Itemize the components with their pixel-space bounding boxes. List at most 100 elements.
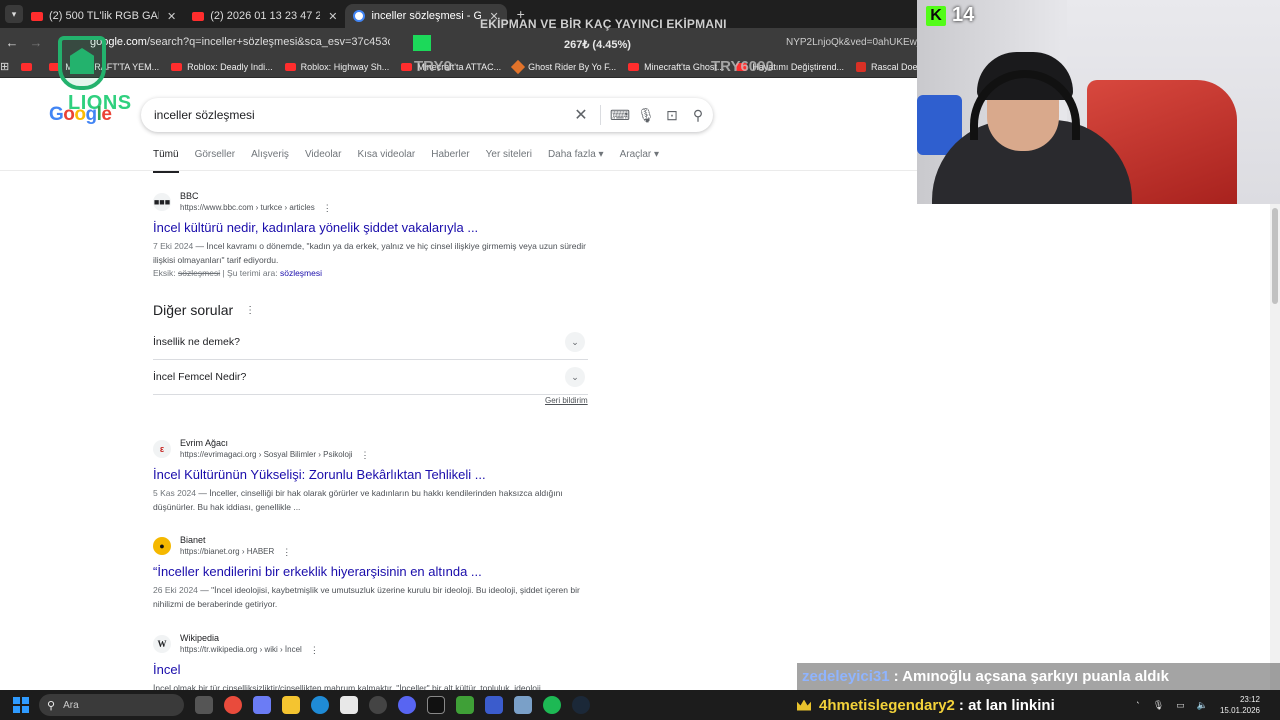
divider	[600, 105, 601, 125]
bookmark[interactable]	[21, 62, 37, 71]
google-logo[interactable]: Google	[49, 104, 112, 126]
obs-icon[interactable]	[369, 696, 387, 714]
chevron-down-icon[interactable]: ⌄	[565, 367, 585, 387]
task-view-icon[interactable]	[195, 696, 213, 714]
browser-tab[interactable]: (2) 2026 01 13 23 47 23 - YouTu ✕	[184, 4, 345, 28]
result-title-link[interactable]: İncel Kültürünün Yükselişi: Zorunlu Bekâ…	[153, 467, 593, 482]
search-input[interactable]	[154, 108, 564, 122]
result-snippet: 26 Eki 2024 — "İncel ideolojisi, kaybetm…	[153, 585, 580, 609]
more-options-icon[interactable]: ⋮	[323, 202, 332, 214]
feedback-link[interactable]: Geri bildirim	[545, 396, 588, 405]
source-name: Bianet	[180, 535, 206, 545]
bbc-icon: ■■■	[153, 193, 171, 211]
discord-icon[interactable]	[398, 696, 416, 714]
chat-message: zedeleyici31 : Amınoğlu açsana şarkıyı p…	[797, 663, 1280, 690]
volume-icon[interactable]: 🔈	[1197, 700, 1208, 711]
clock[interactable]: 23:12 15.01.2026	[1220, 694, 1260, 716]
result-title-link[interactable]: İncel kültürü nedir, kadınlara yönelik ş…	[153, 220, 593, 235]
chat-text: : at lan linkini	[958, 696, 1055, 714]
donation-goal-title: EKİPMAN VE BİR KAÇ YAYINCI EKİPMANI	[480, 17, 727, 31]
overlay-indicator	[413, 35, 431, 51]
youtube-icon	[21, 62, 33, 71]
browser-tab[interactable]: (2) 500 TL'lik RGB GAMING MO ✕	[23, 4, 184, 28]
result-source: ■■■ BBC https://www.bbc.com › turkce › a…	[153, 190, 593, 214]
webcam-feed	[917, 0, 1280, 204]
wikipedia-icon: W	[153, 635, 171, 653]
taskbar-search[interactable]: ⚲ Ara	[39, 694, 184, 716]
edge-icon[interactable]	[311, 696, 329, 714]
youtube-icon	[401, 62, 413, 71]
store-icon[interactable]	[340, 696, 358, 714]
source-name: BBC	[180, 191, 199, 201]
app-icon[interactable]	[485, 696, 503, 714]
must-include-link[interactable]: sözleşmesi	[280, 268, 322, 278]
youtube-icon	[284, 62, 296, 71]
paa-question[interactable]: İncel Femcel Nedir? ⌄	[153, 360, 588, 395]
steam-icon[interactable]	[572, 696, 590, 714]
back-icon[interactable]: ←	[0, 35, 24, 50]
tab-title: inceller sözleşmesi - Google'da	[371, 10, 482, 22]
url-tail: NYP2LnjoQk&ved=0ahUKEwjyg-	[786, 37, 917, 48]
bookmark[interactable]: Roblox: Highway Sh...	[284, 62, 389, 72]
paa-question[interactable]: İnsellik ne demek? ⌄	[153, 325, 588, 360]
more-options-icon[interactable]: ⋮	[245, 305, 255, 316]
capcut-icon[interactable]	[427, 696, 445, 714]
network-icon[interactable]: ▭	[1176, 700, 1185, 711]
youtube-icon	[192, 11, 205, 21]
rascal-icon	[855, 61, 866, 72]
system-tray: ⌃ 🎙 ▭ 🔈 23:12 15.01.2026	[1133, 694, 1280, 716]
search-icon[interactable]: ⚲	[685, 107, 711, 124]
result-source: ε Evrim Ağacı https://evrimagaci.org › S…	[153, 437, 593, 461]
result-title-link[interactable]: İncel	[153, 662, 593, 677]
source-url: https://tr.wikipedia.org › wiki › İncel	[180, 645, 302, 654]
bookmark[interactable]: Ghost Rider By Yo F...	[511, 59, 616, 74]
chrome-icon[interactable]	[224, 696, 242, 714]
youtube-icon	[171, 62, 183, 71]
search-result: ● Bianet https://bianet.org › HABER ⋮ “İn…	[153, 534, 593, 611]
apps-grid-icon[interactable]: ⊞	[0, 60, 9, 73]
source-url: https://www.bbc.com › turkce › articles	[180, 203, 315, 212]
youtube-icon	[31, 11, 43, 21]
tab-strip: ▾ (2) 500 TL'lik RGB GAMING MO ✕ (2) 202…	[0, 0, 917, 28]
bookmark[interactable]: Roblox: Deadly Indi...	[171, 62, 273, 72]
source-url: https://bianet.org › HABER	[180, 547, 275, 556]
tab-search-button[interactable]: ▾	[5, 5, 23, 23]
chevron-down-icon[interactable]: ⌄	[565, 332, 585, 352]
result-snippet: 7 Eki 2024 — İncel kavramı o dönemde, "k…	[153, 241, 586, 265]
divider	[0, 170, 917, 171]
close-tab-icon[interactable]: ✕	[328, 10, 337, 23]
clear-icon[interactable]: ✕	[568, 105, 594, 125]
search-box: ✕ ⌨ 🎙 ⊡ ⚲	[141, 98, 713, 132]
more-options-icon[interactable]: ⋮	[361, 449, 370, 461]
kick-icon: K	[926, 5, 946, 26]
keyboard-icon[interactable]: ⌨	[607, 107, 633, 124]
copilot-icon[interactable]	[253, 696, 271, 714]
windows-start-icon[interactable]	[13, 697, 29, 713]
forward-icon[interactable]: →	[24, 35, 48, 50]
kick-viewer-count: K 14	[926, 4, 974, 27]
file-explorer-icon[interactable]	[282, 696, 300, 714]
bookmark[interactable]: Minecraft'ta Ghost...	[628, 62, 724, 72]
streamer	[932, 52, 1132, 204]
settings-icon[interactable]	[514, 696, 532, 714]
lens-icon[interactable]: ⊡	[659, 107, 685, 124]
more-options-icon[interactable]: ⋮	[310, 644, 319, 656]
chat-username: 4hmetislegendary2	[819, 696, 955, 714]
source-name: Evrim Ağacı	[180, 438, 229, 448]
microphone-icon[interactable]: 🎙	[1153, 700, 1164, 711]
minecraft-icon[interactable]	[456, 696, 474, 714]
scrollbar-thumb[interactable]	[1272, 208, 1278, 304]
crown-icon	[797, 699, 811, 711]
missing-terms: Eksik: sözleşmesi | Şu terimi ara: sözle…	[153, 268, 323, 278]
result-snippet: 5 Kas 2024 — İnceller, cinselliği bir ha…	[153, 488, 563, 512]
chat-message: 4hmetislegendary2 : at lan linkini	[797, 690, 1137, 720]
more-options-icon[interactable]: ⋮	[282, 546, 291, 558]
close-tab-icon[interactable]: ✕	[167, 10, 176, 23]
microphone-icon[interactable]: 🎙	[633, 107, 659, 124]
spotify-icon[interactable]	[543, 696, 561, 714]
donation-goal-percent: 267₺ (4.45%)	[564, 39, 631, 51]
result-source: W Wikipedia https://tr.wikipedia.org › w…	[153, 632, 593, 656]
result-source: ● Bianet https://bianet.org › HABER ⋮	[153, 534, 593, 558]
result-title-link[interactable]: “İnceller kendilerini bir erkeklik hiyer…	[153, 564, 593, 579]
tab-title: (2) 500 TL'lik RGB GAMING MO	[49, 10, 159, 22]
